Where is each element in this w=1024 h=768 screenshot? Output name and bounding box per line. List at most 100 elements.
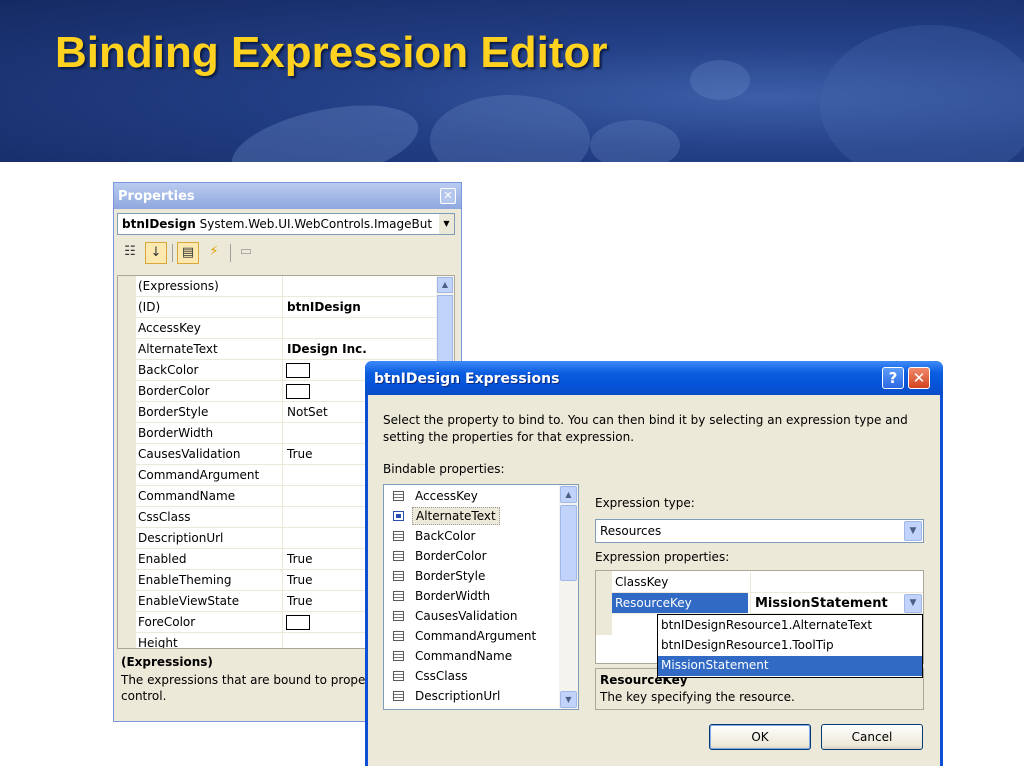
object-type: System.Web.UI.WebControls.ImageBut	[199, 217, 433, 231]
expression-type-label: Expression type:	[595, 496, 695, 510]
property-name: Enabled	[138, 552, 187, 566]
categorized-icon[interactable]: ☷	[119, 242, 141, 264]
slide-title: Binding Expression Editor	[55, 28, 608, 77]
property-name: CausesValidation	[138, 447, 241, 461]
list-item-label: BackColor	[415, 529, 476, 543]
property-icon	[393, 591, 404, 601]
chevron-down-icon[interactable]: ▼	[560, 691, 577, 708]
property-value[interactable]	[282, 318, 436, 339]
property-name: EnableViewState	[138, 594, 240, 608]
expression-properties-label: Expression properties:	[595, 550, 730, 564]
grid-margin	[118, 276, 136, 648]
property-pages-icon[interactable]: ▭	[235, 242, 257, 264]
dropdown-option[interactable]: btnIDesignResource1.ToolTip	[658, 636, 922, 656]
color-swatch	[286, 615, 310, 630]
property-icon	[393, 631, 404, 641]
bound-property-icon	[393, 511, 404, 521]
property-icon	[393, 531, 404, 541]
property-icon	[393, 651, 404, 661]
property-name: DescriptionUrl	[138, 531, 224, 545]
list-item[interactable]: CommandArgument	[384, 626, 560, 646]
help-button[interactable]: ?	[882, 367, 904, 389]
object-name: btnIDesign	[122, 217, 196, 231]
property-name: EnableTheming	[138, 573, 232, 587]
expression-property-row[interactable]: ClassKey	[612, 572, 923, 594]
list-item[interactable]: CssClass	[384, 666, 560, 686]
dialog-titlebar[interactable]: btnIDesign Expressions ? ✕	[365, 361, 943, 395]
list-item-label: AlternateText	[412, 507, 500, 525]
properties-icon[interactable]: ▤	[177, 242, 199, 264]
property-name: Height	[138, 636, 178, 649]
dropdown-option[interactable]: MissionStatement	[658, 656, 922, 676]
property-row[interactable]: AlternateText IDesign Inc.	[136, 339, 436, 360]
property-name: BorderWidth	[138, 426, 214, 440]
close-icon[interactable]: ✕	[440, 188, 456, 204]
bindable-properties-label: Bindable properties:	[383, 462, 505, 476]
property-row[interactable]: AccessKey	[136, 318, 436, 339]
property-value[interactable]	[282, 276, 436, 297]
property-name: AlternateText	[138, 342, 218, 356]
toolbar-separator	[172, 244, 173, 262]
list-item-label: CommandArgument	[415, 629, 537, 643]
ok-button[interactable]: OK	[709, 724, 811, 750]
list-item[interactable]: CommandName	[384, 646, 560, 666]
color-swatch	[286, 363, 310, 378]
chevron-down-icon[interactable]: ▼	[439, 214, 454, 234]
background-map-shape	[224, 91, 426, 162]
chevron-up-icon[interactable]: ▲	[437, 277, 453, 293]
chevron-down-icon[interactable]: ▼	[904, 594, 922, 613]
expression-property-name: ClassKey	[612, 572, 748, 593]
dialog-title: btnIDesign Expressions	[374, 371, 560, 387]
property-row[interactable]: (Expressions)	[136, 276, 436, 297]
property-name: CssClass	[138, 510, 191, 524]
cancel-button[interactable]: Cancel	[821, 724, 923, 750]
properties-title: Properties	[118, 189, 195, 204]
list-item[interactable]: BorderStyle	[384, 566, 560, 586]
list-item-label: CausesValidation	[415, 609, 518, 623]
list-scrollbar[interactable]: ▲ ▼	[559, 485, 578, 709]
description-text: The key specifying the resource.	[600, 690, 795, 704]
list-item-label: CssClass	[415, 669, 468, 683]
property-icon	[393, 611, 404, 621]
events-icon[interactable]: ⚡	[203, 242, 225, 264]
alphabetical-icon[interactable]: ↓	[145, 242, 167, 264]
list-item-label: BorderStyle	[415, 569, 486, 583]
expressions-dialog: btnIDesign Expressions ? ✕ Select the pr…	[365, 361, 943, 766]
dropdown-option[interactable]: btnIDesignResource1.AlternateText	[658, 616, 922, 636]
property-value[interactable]: IDesign Inc.	[282, 339, 436, 360]
resource-key-dropdown: btnIDesignResource1.AlternateText btnIDe…	[657, 614, 923, 678]
expression-property-row[interactable]: ResourceKey MissionStatement ▼	[612, 593, 923, 615]
list-item[interactable]: AlternateText	[384, 506, 560, 526]
dialog-body: Select the property to bind to. You can …	[368, 395, 940, 766]
list-item[interactable]: BorderColor	[384, 546, 560, 566]
expression-property-value[interactable]	[750, 572, 923, 593]
list-item[interactable]: AccessKey	[384, 486, 560, 506]
expression-type-select[interactable]: Resources ▼	[595, 519, 924, 543]
list-item[interactable]: BackColor	[384, 526, 560, 546]
list-item-label: CommandName	[415, 649, 513, 663]
property-value[interactable]: btnIDesign	[282, 297, 436, 318]
list-item-label: BorderWidth	[415, 589, 491, 603]
list-item[interactable]: BorderWidth	[384, 586, 560, 606]
list-item[interactable]: CausesValidation	[384, 606, 560, 626]
object-selector-combo[interactable]: btnIDesign System.Web.UI.WebControls.Ima…	[117, 213, 455, 235]
resource-key-input[interactable]: MissionStatement ▼	[750, 593, 923, 614]
properties-titlebar[interactable]: Properties ✕	[114, 183, 461, 209]
property-icon	[393, 571, 404, 581]
bindable-properties-list: AccessKey AlternateText BackColor Border…	[383, 484, 579, 710]
property-icon	[393, 551, 404, 561]
instructions-line: Select the property to bind to. You can …	[383, 413, 908, 427]
property-row[interactable]: (ID) btnIDesign	[136, 297, 436, 318]
property-name: BorderColor	[138, 384, 210, 398]
scrollbar-thumb[interactable]	[560, 505, 577, 581]
property-name: CommandArgument	[138, 468, 260, 482]
list-item[interactable]: DescriptionUrl	[384, 686, 560, 706]
list-item-label: AccessKey	[415, 489, 478, 503]
close-button[interactable]: ✕	[908, 367, 930, 389]
property-name: (Expressions)	[138, 279, 219, 293]
property-name: BackColor	[138, 363, 199, 377]
background-map-shape	[690, 60, 750, 100]
chevron-up-icon[interactable]: ▲	[560, 486, 577, 503]
chevron-down-icon[interactable]: ▼	[904, 521, 922, 541]
resource-key-value: MissionStatement	[755, 596, 888, 611]
